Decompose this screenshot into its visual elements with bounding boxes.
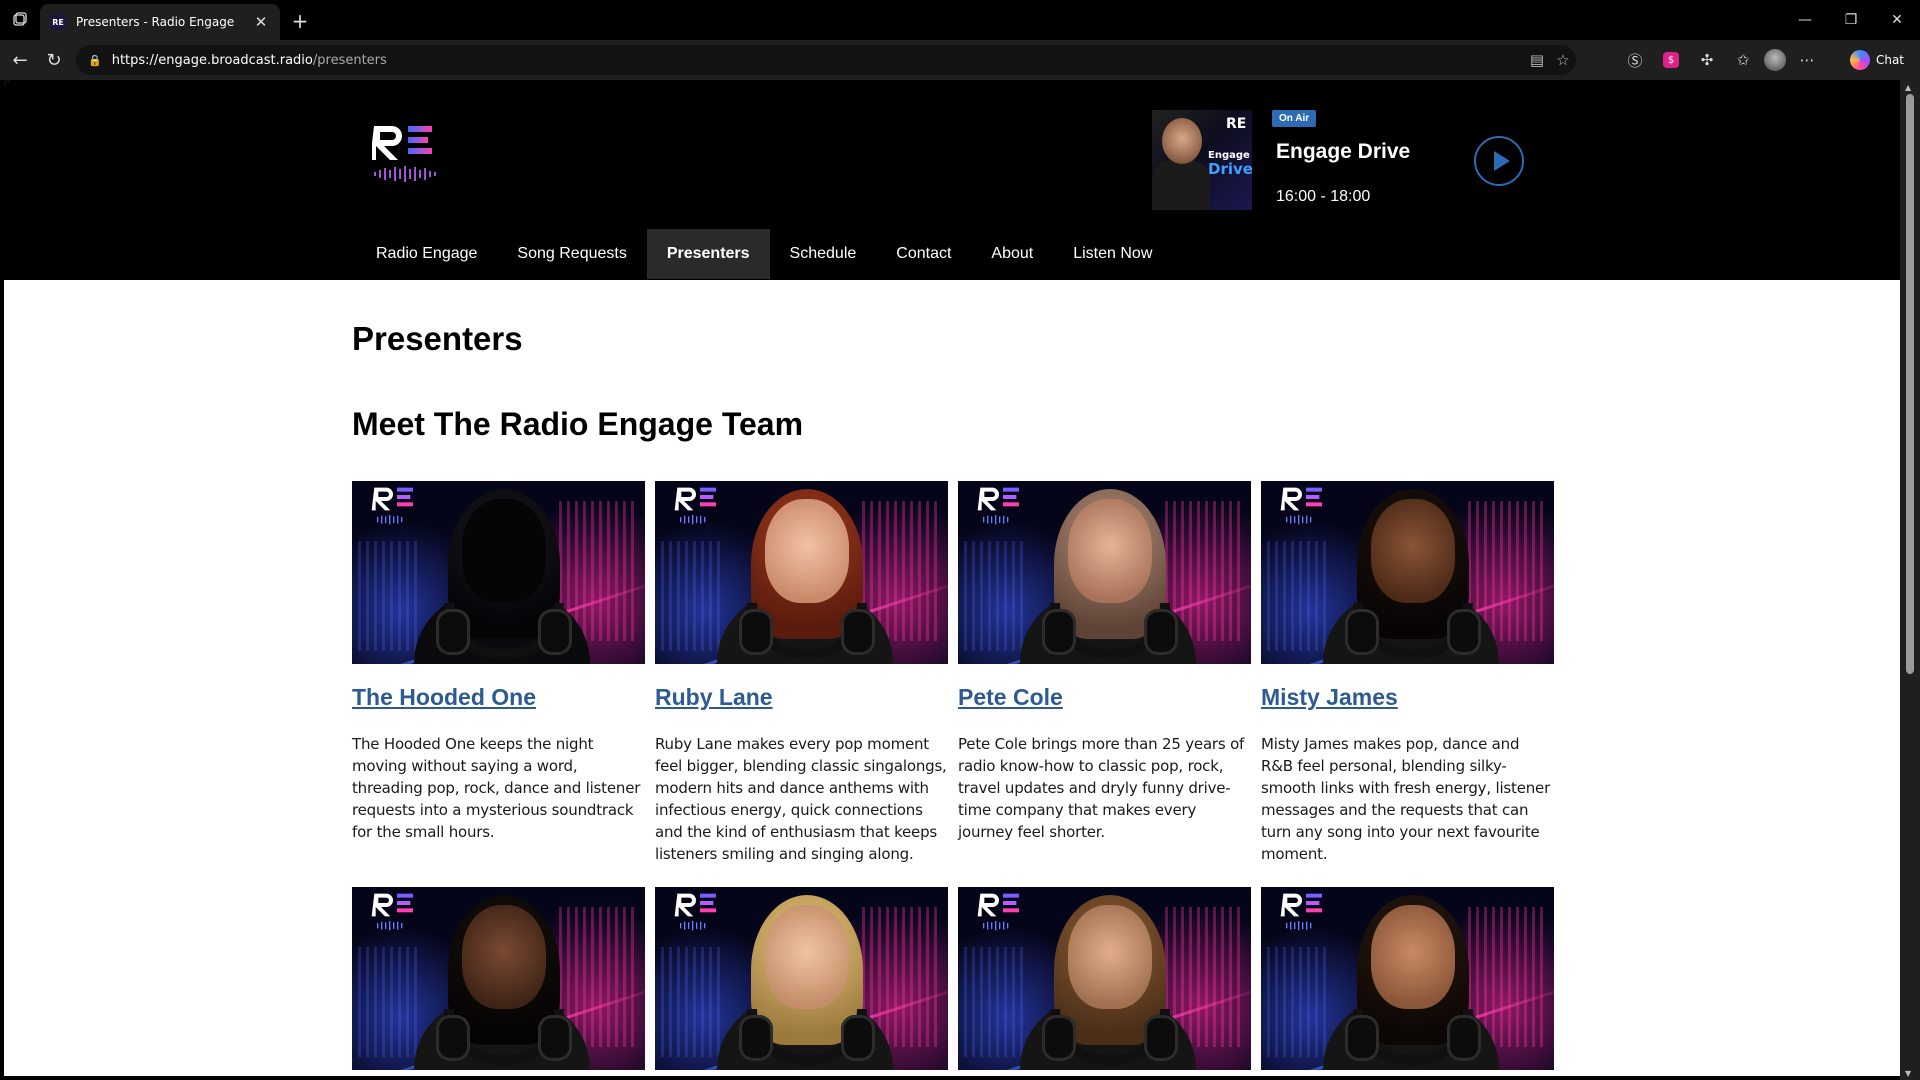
presenter-photo[interactable] <box>352 887 645 1070</box>
nav-radio-engage[interactable]: Radio Engage <box>356 229 497 279</box>
presenter-card <box>958 887 1251 1076</box>
extension-pink-icon[interactable]: $ <box>1663 52 1679 68</box>
photo-logo-watermark <box>674 893 716 931</box>
presenter-card: Misty James Misty James makes pop, dance… <box>1261 481 1554 865</box>
presenter-bio: Misty James makes pop, dance and R&B fee… <box>1261 735 1551 863</box>
nav-presenters[interactable]: Presenters <box>646 229 770 279</box>
presenter-photo[interactable] <box>958 887 1251 1070</box>
presenter-bio: The Hooded One keeps the night moving wi… <box>352 735 641 841</box>
tab-actions-icon[interactable] <box>8 8 32 32</box>
copilot-icon <box>1849 50 1870 70</box>
play-button[interactable] <box>1474 136 1524 186</box>
presenter-photo[interactable] <box>1261 887 1554 1070</box>
photo-logo-watermark <box>371 487 413 525</box>
presenter-card <box>1261 887 1554 1076</box>
nav-about[interactable]: About <box>971 229 1053 279</box>
nav-listen-now[interactable]: Listen Now <box>1053 229 1172 279</box>
extensions-puzzle-icon[interactable]: ✣ <box>1692 48 1722 72</box>
scrollbar-thumb[interactable] <box>1906 94 1914 674</box>
presenter-name-link[interactable]: Pete Cole <box>958 684 1251 711</box>
new-tab-icon[interactable]: + <box>288 9 312 33</box>
favicon-icon: RE <box>50 14 66 30</box>
presenter-card: Ruby Lane Ruby Lane makes every pop mome… <box>655 481 948 865</box>
now-playing-show-title: Engage Drive <box>1276 140 1411 163</box>
presenter-photo[interactable] <box>655 887 948 1070</box>
on-air-badge: On Air <box>1272 110 1317 127</box>
address-bar-actions: ▤ ☆ <box>1524 45 1576 75</box>
photo-logo-watermark <box>977 893 1019 931</box>
page-title: Presenters <box>352 320 523 357</box>
site-navigation: Radio Engage Song Requests Presenters Sc… <box>356 229 1172 279</box>
photo-logo-watermark <box>1280 893 1322 931</box>
reader-mode-icon[interactable]: ▤ <box>1524 51 1550 69</box>
extension-s-icon[interactable]: Ⓢ <box>1620 48 1650 72</box>
close-window-icon[interactable]: ✕ <box>1874 0 1920 40</box>
presenter-name-link[interactable]: The Hooded One <box>352 684 645 711</box>
window-controls: — ❐ ✕ <box>1782 0 1920 40</box>
now-playing-time: 16:00 - 18:00 <box>1276 188 1371 205</box>
address-bar[interactable]: 🔒 https://engage.broadcast.radio/present… <box>76 45 1576 75</box>
site-header: RE Engage Drive On Air Engage Drive 16:0… <box>4 80 1900 280</box>
lock-icon: 🔒 <box>88 53 102 67</box>
favorites-icon[interactable]: ✩ <box>1728 48 1758 72</box>
artwork-logo: RE <box>1226 116 1247 132</box>
tab-title: Presenters - Radio Engage <box>76 15 235 29</box>
presenter-card: The Hooded One The Hooded One keeps the … <box>352 481 645 865</box>
presenter-photo[interactable] <box>1261 481 1554 664</box>
page-scrollbar[interactable]: ▲ ▼ <box>1900 80 1920 1080</box>
presenter-name-link[interactable]: Ruby Lane <box>655 684 948 711</box>
artwork-text-2: Drive <box>1208 160 1252 178</box>
extensions-row: Ⓢ $ ✣ ✩ ⋯ <box>1620 48 1822 72</box>
presenter-bio: Pete Cole brings more than 25 years of r… <box>958 735 1245 841</box>
back-icon[interactable]: ← <box>8 48 32 72</box>
section-title: Meet The Radio Engage Team <box>352 406 804 442</box>
nav-contact[interactable]: Contact <box>876 229 971 279</box>
photo-logo-watermark <box>977 487 1019 525</box>
play-icon <box>1493 151 1510 171</box>
scroll-up-icon[interactable]: ▲ <box>1905 83 1911 92</box>
nav-schedule[interactable]: Schedule <box>770 229 877 279</box>
presenter-photo[interactable] <box>655 481 948 664</box>
presenter-name-link[interactable]: Misty James <box>1261 684 1554 711</box>
close-tab-icon[interactable]: ✕ <box>252 13 270 31</box>
copilot-chat-button[interactable]: Chat <box>1842 46 1912 74</box>
chat-label: Chat <box>1875 53 1904 67</box>
presenter-photo[interactable] <box>958 481 1251 664</box>
photo-logo-watermark <box>371 893 413 931</box>
photo-logo-watermark <box>674 487 716 525</box>
presenters-grid: The Hooded One The Hooded One keeps the … <box>352 481 1556 1076</box>
profile-avatar[interactable] <box>1764 49 1786 71</box>
presenter-bio: Ruby Lane makes every pop moment feel bi… <box>655 735 947 863</box>
refresh-icon[interactable]: ↻ <box>42 48 66 72</box>
show-artwork: RE Engage Drive <box>1152 110 1252 210</box>
favorite-star-icon[interactable]: ☆ <box>1550 51 1576 69</box>
presenter-card <box>655 887 948 1076</box>
browser-tab-active[interactable]: RE Presenters - Radio Engage ✕ <box>40 4 280 40</box>
page-viewport: RE Engage Drive On Air Engage Drive 16:0… <box>4 80 1900 1076</box>
presenter-photo[interactable] <box>352 481 645 664</box>
restore-icon[interactable]: ❐ <box>1828 0 1874 40</box>
minimize-icon[interactable]: — <box>1782 0 1828 40</box>
browser-toolbar: ← ↻ 🔒 https://engage.broadcast.radio/pre… <box>0 40 1920 80</box>
nav-song-requests[interactable]: Song Requests <box>497 229 646 279</box>
presenter-card <box>352 887 645 1076</box>
presenter-card: Pete Cole Pete Cole brings more than 25 … <box>958 481 1251 865</box>
scroll-down-icon[interactable]: ▼ <box>1905 1069 1911 1078</box>
photo-logo-watermark <box>1280 487 1322 525</box>
browser-tabstrip: RE Presenters - Radio Engage ✕ + — ❐ ✕ <box>0 0 1920 40</box>
more-menu-icon[interactable]: ⋯ <box>1792 48 1822 72</box>
url-text[interactable]: https://engage.broadcast.radio/presenter… <box>112 53 1564 68</box>
radio-engage-logo[interactable] <box>372 122 438 182</box>
